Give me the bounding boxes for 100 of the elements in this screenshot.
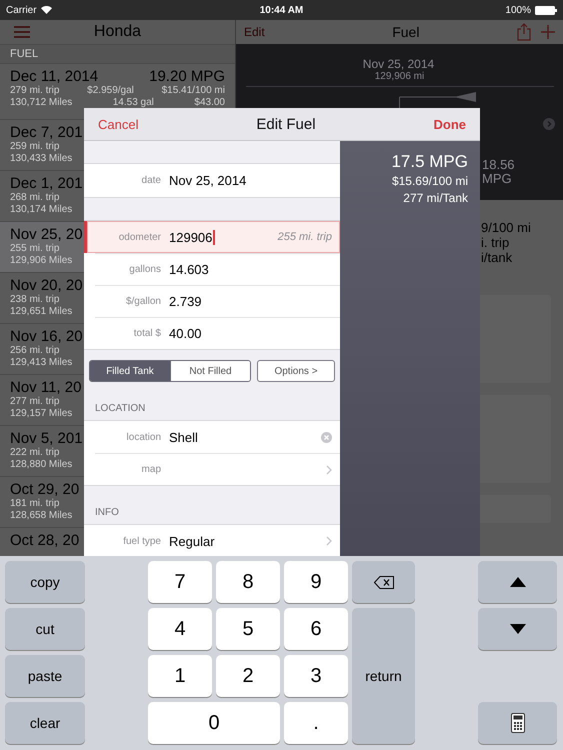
status-time: 10:44 AM <box>260 4 304 16</box>
up-triangle-icon <box>510 577 526 587</box>
entry-date: Dec 11, 2014 <box>10 68 98 85</box>
form-row[interactable]: fuel type Regular <box>84 525 340 556</box>
entry-trip: 222 mi. trip <box>10 447 60 459</box>
mpg-value: 18.56 <box>482 158 515 172</box>
edit-key[interactable]: cut <box>5 608 85 650</box>
entry-trip: 238 mi. trip <box>10 294 60 306</box>
field-value[interactable]: Regular <box>169 534 215 548</box>
share-icon[interactable] <box>517 23 531 41</box>
down-triangle-icon <box>510 624 526 634</box>
options-button[interactable]: Options > <box>257 360 335 382</box>
edit-key[interactable]: copy <box>5 561 85 603</box>
field-label: gallons <box>128 264 161 275</box>
entry-date: Oct 29, 20 <box>10 481 80 498</box>
entry-trip: 181 mi. trip <box>10 498 60 510</box>
entry-trip: 268 mi. trip <box>10 192 60 204</box>
digit-key[interactable]: 7 <box>148 561 212 603</box>
backspace-icon <box>374 576 394 588</box>
entry-total: $43.00 <box>194 97 225 109</box>
digit-key[interactable]: 6 <box>284 608 348 650</box>
field-label: total $ <box>132 328 161 339</box>
entry-odometer: 130,712 Miles <box>10 97 72 109</box>
clear-icon[interactable] <box>321 432 332 442</box>
field-value[interactable]: 129906 <box>169 230 212 244</box>
battery-icon <box>535 6 557 14</box>
digit-key[interactable]: 2 <box>216 655 280 697</box>
chart-odometer: 129,906 mi <box>374 71 424 82</box>
summary-text: 277 mi/Tank <box>403 190 468 207</box>
digit-key[interactable]: 8 <box>216 561 280 603</box>
dialog-title: Edit Fuel <box>256 116 316 132</box>
chart-date: Nov 25, 2014 <box>362 57 436 71</box>
field-label: odometer <box>118 232 161 242</box>
up-key[interactable] <box>478 561 557 603</box>
add-icon[interactable] <box>541 25 555 39</box>
field-value[interactable]: Nov 25, 2014 <box>169 173 246 188</box>
return-key[interactable]: return <box>352 608 415 744</box>
entry-date: Oct 28, 20 <box>10 532 80 549</box>
entry-trip: 279 mi. trip <box>10 85 60 97</box>
entry-odometer: 129,906 Miles <box>10 255 72 267</box>
section-header: INFO <box>95 507 119 518</box>
edit-key[interactable]: clear <box>5 702 85 744</box>
entry-date: Dec 1, 201 <box>10 175 83 192</box>
stat-text: 9/100 mi <box>481 220 532 235</box>
field-value[interactable]: Shell <box>169 430 198 444</box>
mpg-unit: MPG <box>482 172 513 186</box>
digit-key[interactable]: 4 <box>148 608 212 650</box>
digit-key[interactable]: 0 <box>148 702 280 744</box>
field-label: fuel type <box>122 536 161 546</box>
text-cursor <box>213 230 216 244</box>
field-label: location <box>126 432 161 442</box>
battery-label: 100% <box>505 4 531 16</box>
backspace-key[interactable] <box>352 561 415 603</box>
entry-trip: 277 mi. trip <box>10 396 60 408</box>
summary-text: $15.69/100 mi <box>392 173 468 190</box>
segment-button[interactable]: Not Filled <box>170 361 250 381</box>
sidebar-title: Honda <box>94 23 142 41</box>
entry-odometer: 129,157 Miles <box>10 408 72 420</box>
digit-key[interactable]: 3 <box>284 655 348 697</box>
stat-text: i/tank <box>481 250 514 265</box>
carrier-label: Carrier <box>6 4 37 16</box>
done-button[interactable]: Done <box>433 116 466 132</box>
calculator-icon <box>510 713 524 733</box>
section-header: FUEL <box>10 48 38 60</box>
field-label: date <box>140 175 161 186</box>
digit-key[interactable]: 9 <box>284 561 348 603</box>
entry-date: Nov 20, 20 <box>10 277 83 294</box>
entry-mpg: 19.20 MPG <box>149 68 225 85</box>
edit-key[interactable]: paste <box>5 655 85 697</box>
field-label: $/gallon <box>124 296 161 307</box>
wifi-icon <box>40 6 52 14</box>
form-row[interactable]: location Shell <box>84 421 340 453</box>
decimal-key[interactable]: . <box>284 702 348 744</box>
entry-date: Nov 16, 20 <box>10 328 83 345</box>
entry-odometer: 128,658 Miles <box>10 510 72 522</box>
field-label: map <box>140 464 161 475</box>
stat-text: i. trip <box>481 235 510 250</box>
section-header: LOCATION <box>95 403 146 414</box>
entry-odometer: 129,651 Miles <box>10 306 72 318</box>
field-value[interactable]: 14.603 <box>169 262 209 277</box>
segment-button[interactable]: Filled Tank <box>90 361 170 381</box>
entry-odometer: 129,413 Miles <box>10 357 72 369</box>
form-row[interactable]: odometer 129906 255 mi. trip <box>84 221 340 253</box>
entry-gallons: 14.53 gal <box>112 97 154 109</box>
entry-trip: 259 mi. trip <box>10 141 60 153</box>
entry-odometer: 130,174 Miles <box>10 204 72 216</box>
detail-title: Fuel <box>391 24 420 40</box>
digit-key[interactable]: 5 <box>216 608 280 650</box>
digit-key[interactable]: 1 <box>148 655 212 697</box>
field-value[interactable]: 40.00 <box>169 326 202 341</box>
chevron-icon[interactable] <box>543 118 555 130</box>
field-value[interactable]: 2.739 <box>169 294 202 309</box>
calculator-key[interactable] <box>478 702 557 744</box>
entry-date: Nov 5, 201 <box>10 430 83 447</box>
entry-cost: $15.41/100 mi <box>162 85 225 97</box>
summary-text: 17.5 MPG <box>391 151 468 173</box>
down-key[interactable] <box>478 608 557 650</box>
menu-icon[interactable] <box>14 26 30 38</box>
chevron-icon <box>326 464 332 474</box>
form-row[interactable]: date Nov 25, 2014 <box>84 164 340 197</box>
